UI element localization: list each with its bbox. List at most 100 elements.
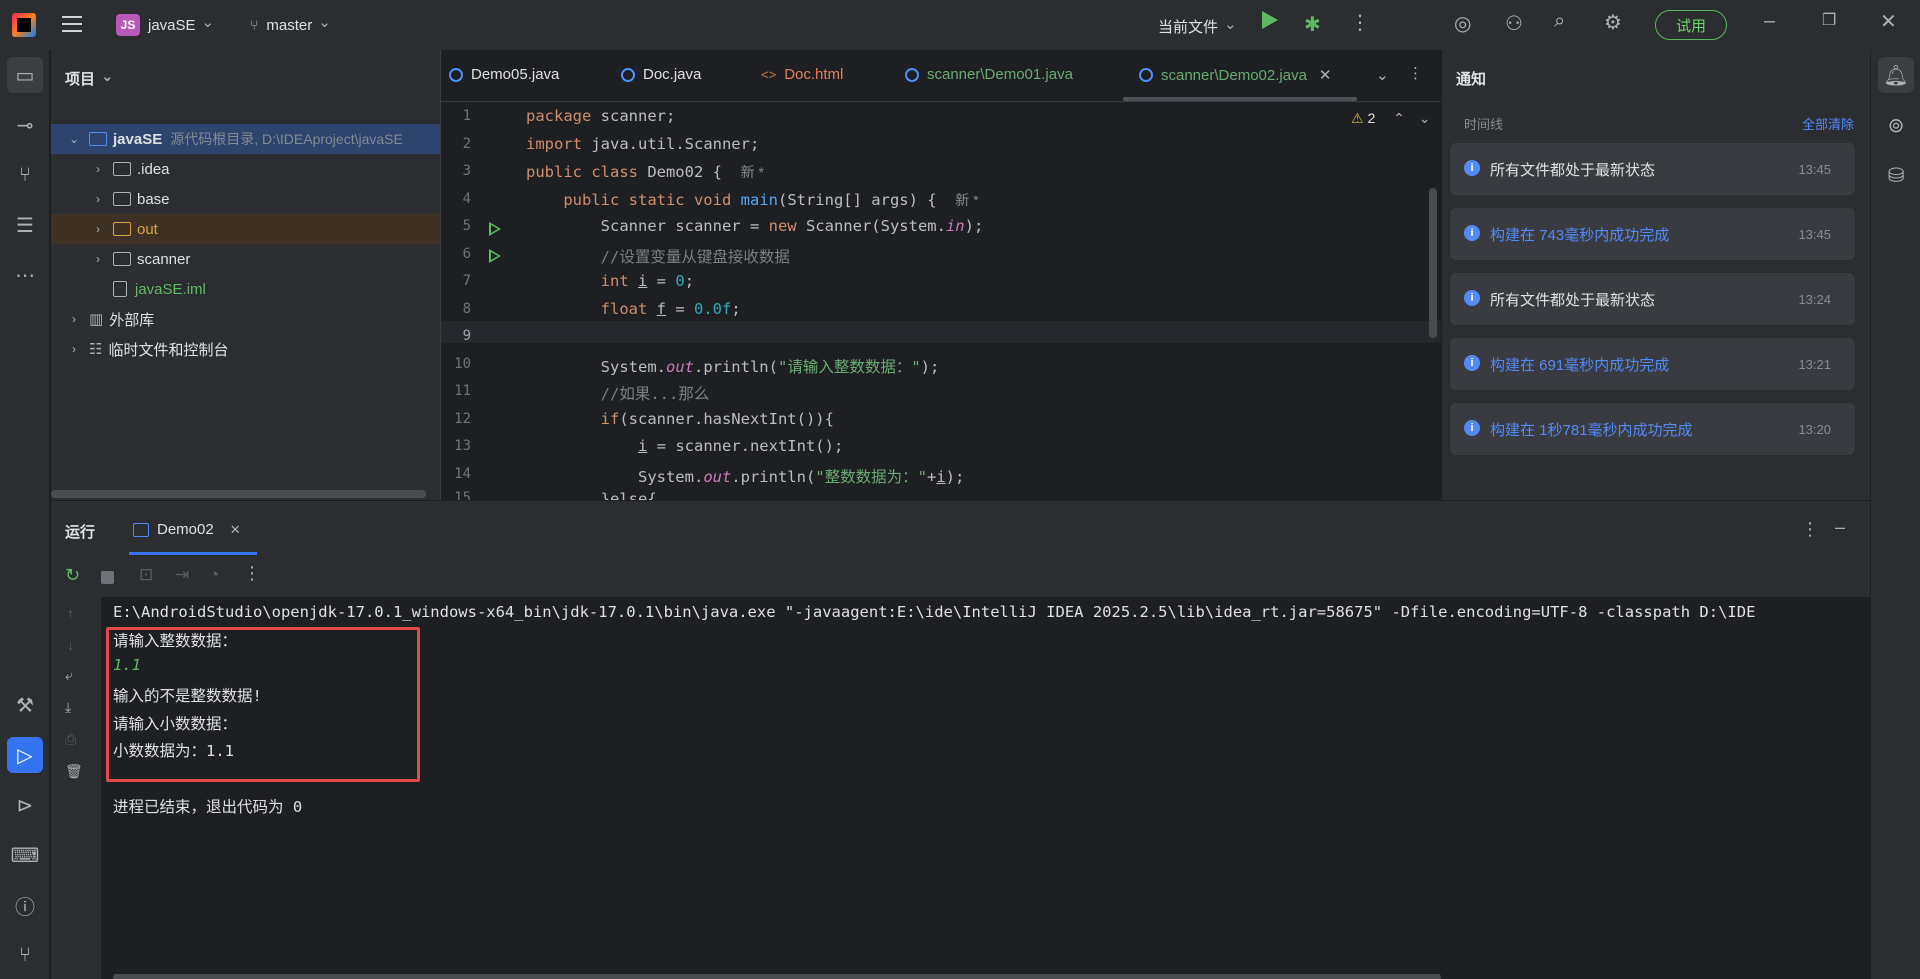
- collapse-chevron-icon[interactable]: ›: [91, 252, 105, 266]
- collapse-chevron-icon[interactable]: ›: [91, 222, 105, 236]
- editor-vertical-scrollbar[interactable]: [1429, 188, 1437, 338]
- tree-item-base[interactable]: › base: [51, 184, 440, 214]
- problems-icon[interactable]: ⓘ: [7, 887, 43, 923]
- code-line-4: public static void main(String[] args) {…: [563, 191, 979, 209]
- notification-card[interactable]: i 构建在 743毫秒内成功完成 13:45: [1450, 208, 1855, 260]
- structure-icon[interactable]: ☰: [7, 207, 43, 243]
- stop-icon[interactable]: [101, 571, 114, 584]
- project-tool-icon[interactable]: ▭: [7, 57, 43, 93]
- hide-panel-icon[interactable]: –: [1835, 517, 1845, 538]
- git-icon[interactable]: ⑂: [7, 937, 43, 973]
- run-class-gutter-icon[interactable]: [489, 222, 501, 236]
- minimize-icon[interactable]: –: [1764, 10, 1775, 33]
- line-number: 6: [462, 246, 471, 262]
- debug-icon[interactable]: ✱: [1304, 12, 1321, 37]
- next-highlight-icon[interactable]: ⌄: [1419, 110, 1431, 126]
- scroll-down-icon[interactable]: ↓: [67, 637, 74, 653]
- tab-doc-html[interactable]: <> Doc.html: [761, 66, 843, 83]
- scroll-to-end-icon[interactable]: ⤓: [65, 699, 71, 716]
- run-options-icon[interactable]: ⋮: [1801, 519, 1819, 540]
- collapse-chevron-icon[interactable]: ›: [91, 162, 105, 176]
- close-tab-icon[interactable]: ✕: [1319, 66, 1332, 84]
- project-panel-title[interactable]: 项目: [65, 68, 114, 89]
- close-run-tab-icon[interactable]: ✕: [230, 522, 241, 538]
- tab-doc-java[interactable]: Doc.java: [621, 66, 701, 83]
- more-tools-icon[interactable]: ⋯: [7, 257, 43, 293]
- run-tab-demo02[interactable]: Demo02 ✕: [133, 521, 241, 538]
- tree-item-javase-iml[interactable]: javaSE.iml: [51, 274, 440, 304]
- warning-indicator[interactable]: ⚠ 2 ⌃ ⌄: [1351, 110, 1431, 127]
- run-icon[interactable]: [1262, 11, 1278, 29]
- tab-scanner-demo02[interactable]: scanner\Demo02.java ✕: [1139, 66, 1332, 84]
- console-line: 进程已结束，退出代码为 0: [113, 798, 303, 816]
- prev-highlight-icon[interactable]: ⌃: [1393, 110, 1405, 126]
- console-gutter: ↑ ↓ ⤶ ⤓ ⎙ 🗑︎: [51, 597, 101, 979]
- main-menu-icon[interactable]: [62, 16, 82, 34]
- scroll-up-icon[interactable]: ↑: [67, 605, 74, 621]
- line-number: 5: [462, 218, 471, 234]
- attach-icon[interactable]: ⇥: [175, 565, 189, 585]
- notification-link[interactable]: 构建在 1秒781毫秒内成功完成: [1490, 419, 1693, 440]
- notification-card[interactable]: i 构建在 691毫秒内成功完成 13:21: [1450, 338, 1855, 390]
- project-horizontal-scrollbar[interactable]: [51, 490, 426, 498]
- tree-item-out[interactable]: › out: [51, 214, 440, 244]
- branch-selector[interactable]: ⑂ master: [250, 16, 331, 34]
- run-tool-icon[interactable]: ▷: [7, 737, 43, 773]
- notifications-bell-icon[interactable]: 🔔︎: [1878, 57, 1914, 93]
- build-icon[interactable]: ⚒: [7, 687, 43, 723]
- add-user-icon[interactable]: ⚇: [1505, 11, 1523, 36]
- soft-wrap-icon[interactable]: ⤶: [65, 667, 73, 684]
- profile-icon[interactable]: ◔: [209, 565, 219, 585]
- tab-scanner-demo01[interactable]: scanner\Demo01.java: [905, 66, 1073, 83]
- settings-gear-icon[interactable]: ⚙: [1604, 10, 1622, 35]
- terminal-icon[interactable]: ⌨: [7, 837, 43, 873]
- print-icon[interactable]: ⎙: [65, 731, 76, 748]
- notification-card[interactable]: i 所有文件都处于最新状态 13:45: [1450, 143, 1855, 195]
- tree-item-scratches[interactable]: › ☷ 临时文件和控制台: [51, 334, 440, 364]
- screenshot-icon[interactable]: ⊡: [139, 565, 153, 585]
- tree-item-javase[interactable]: ⌄ javaSE 源代码根目录, D:\IDEAproject\javaSE: [51, 124, 440, 154]
- restore-icon[interactable]: ❐: [1822, 10, 1836, 30]
- notification-link[interactable]: 构建在 691毫秒内成功完成: [1490, 354, 1669, 375]
- tree-item-idea[interactable]: › .idea: [51, 154, 440, 184]
- ai-assistant-icon[interactable]: ◎: [1454, 11, 1471, 36]
- run-main-gutter-icon[interactable]: [489, 249, 501, 263]
- notification-card[interactable]: i 构建在 1秒781毫秒内成功完成 13:20: [1450, 403, 1855, 455]
- toolbar-more-icon[interactable]: ⋮: [243, 563, 261, 584]
- console-horizontal-scrollbar[interactable]: [113, 974, 1441, 979]
- tab-demo05[interactable]: Demo05.java: [449, 66, 559, 83]
- notification-card[interactable]: i 所有文件都处于最新状态 13:24: [1450, 273, 1855, 325]
- services-icon[interactable]: ⊳: [7, 787, 43, 823]
- search-icon[interactable]: ⌕: [1554, 10, 1565, 33]
- ai-chat-icon[interactable]: ⊚: [1878, 107, 1914, 143]
- code-line-1: package scanner;: [526, 107, 676, 125]
- project-selector[interactable]: javaSE: [148, 16, 214, 34]
- project-badge[interactable]: JS: [116, 14, 140, 36]
- database-icon[interactable]: ⛁: [1878, 157, 1914, 193]
- clear-console-icon[interactable]: 🗑︎: [65, 763, 83, 780]
- tab-list-chevron-icon[interactable]: ⌄: [1376, 66, 1389, 84]
- expand-chevron-icon[interactable]: ⌄: [67, 132, 81, 146]
- clear-all-link[interactable]: 全部清除: [1802, 114, 1854, 133]
- rerun-icon[interactable]: ↻: [65, 565, 80, 586]
- line-number: 1: [462, 108, 471, 124]
- tab-more-icon[interactable]: ⋮: [1408, 64, 1423, 82]
- tree-item-scanner[interactable]: › scanner: [51, 244, 440, 274]
- notification-link[interactable]: 构建在 743毫秒内成功完成: [1490, 224, 1669, 245]
- intellij-logo-icon[interactable]: [12, 13, 36, 37]
- collapse-chevron-icon[interactable]: ›: [67, 342, 81, 356]
- collapse-chevron-icon[interactable]: ›: [91, 192, 105, 206]
- scratches-icon: ☷: [89, 341, 103, 358]
- tree-item-label: javaSE.iml: [135, 280, 206, 298]
- commit-icon[interactable]: ⊸: [7, 107, 43, 143]
- module-folder-icon: [89, 132, 107, 146]
- warning-icon: ⚠: [1351, 110, 1364, 126]
- tree-item-label: scanner: [137, 250, 191, 268]
- pull-requests-icon[interactable]: ⑂: [7, 157, 43, 193]
- run-config-selector[interactable]: 当前文件: [1158, 16, 1237, 37]
- tree-item-external-libraries[interactable]: › ▥ 外部库: [51, 304, 440, 334]
- trial-button[interactable]: 试用: [1655, 10, 1727, 40]
- collapse-chevron-icon[interactable]: ›: [67, 312, 81, 326]
- close-window-icon[interactable]: ✕: [1880, 9, 1897, 34]
- more-actions-icon[interactable]: ⋮: [1350, 10, 1370, 35]
